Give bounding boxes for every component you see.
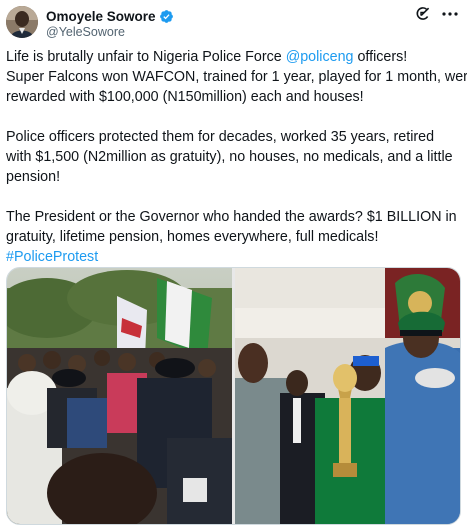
tweet-line: with $1,500 (N2million as gratuity), no … <box>6 149 453 165</box>
grok-icon[interactable] <box>415 6 431 22</box>
tweet-line: Life is brutally unfair to Nigeria Polic… <box>6 47 461 67</box>
tweet-line: Super Falcons won WAFCON, trained for 1 … <box>6 69 467 85</box>
tweet-media-grid <box>6 267 461 525</box>
author-name-row: Omoyele Sowore <box>46 7 174 25</box>
award-ceremony-photo-icon <box>235 268 460 524</box>
tweet-text: Life is brutally unfair to Nigeria Polic… <box>6 47 467 267</box>
tweet-line: #PoliceProtest <box>6 247 461 267</box>
more-options-icon[interactable] <box>441 6 459 22</box>
tweet-line: Police officers protected them for decad… <box>6 129 435 145</box>
tweet-line: rewarded with $100,000 (N150million) eac… <box>6 89 364 105</box>
author-display-name[interactable]: Omoyele Sowore <box>46 9 156 24</box>
author-handle[interactable]: @YeleSowore <box>46 25 125 39</box>
tweet-line: gratuity, lifetime pension, homes everyw… <box>6 229 379 245</box>
media-photo-award-ceremony[interactable] <box>235 268 460 524</box>
tweet-header: Omoyele Sowore @YeleSowore <box>6 6 461 40</box>
tweet-text-segment: Life is brutally unfair to Nigeria Polic… <box>6 49 286 65</box>
mention-link[interactable]: @policeng <box>286 49 354 65</box>
tweet-line: The President or the Governor who handed… <box>6 209 457 225</box>
tweet-text-segment: officers! <box>353 49 408 65</box>
media-photo-police-protest[interactable] <box>7 268 232 524</box>
hashtag-link[interactable]: #PoliceProtest <box>6 249 98 265</box>
police-protest-photo-icon <box>7 268 232 524</box>
verified-badge-icon <box>159 9 174 24</box>
tweet-line: pension! <box>6 169 61 185</box>
avatar-photo-icon <box>6 6 38 38</box>
author-avatar[interactable] <box>6 6 38 38</box>
